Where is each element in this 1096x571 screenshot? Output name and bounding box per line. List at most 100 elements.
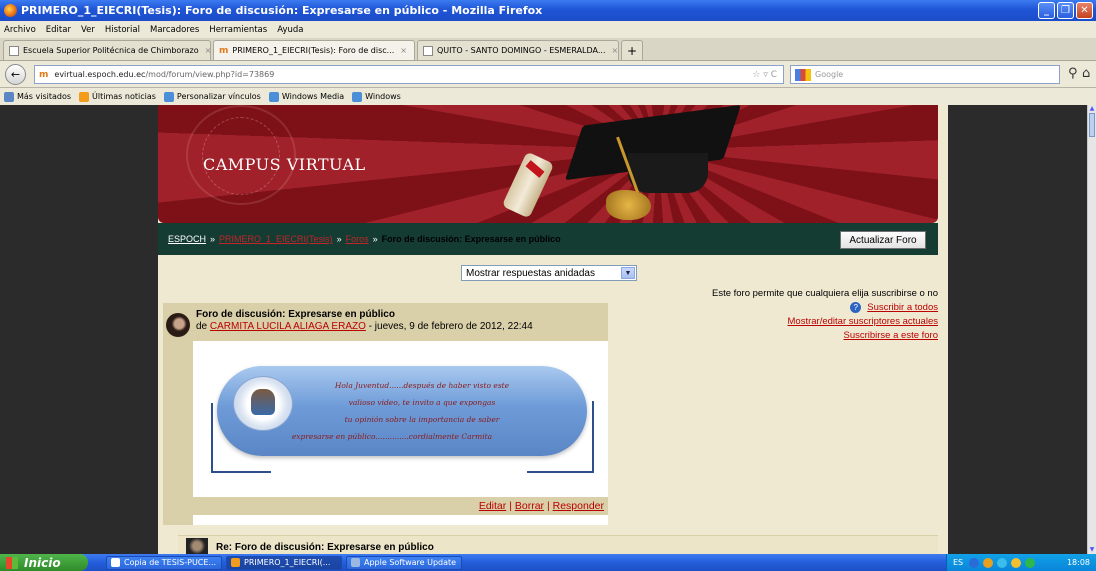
start-button[interactable]: Inicio	[0, 554, 88, 571]
close-tab-icon[interactable]: ×	[400, 46, 407, 55]
page-icon	[9, 45, 19, 56]
subscribe-all-link[interactable]: Suscribir a todos	[867, 302, 938, 313]
breadcrumb-home[interactable]: ESPOCH	[168, 234, 206, 244]
menu-herramientas[interactable]: Herramientas	[209, 25, 267, 35]
close-button[interactable]: ✕	[1076, 2, 1093, 19]
content-viewport: CAMPUS VIRTUAL ESPOCH » PRIMERO_1_EIECRI…	[0, 105, 1096, 554]
forum-post: Foro de discusión: Expresarse en público…	[163, 303, 608, 525]
post-byline: de CARMITA LUCILA ALIAGA ERAZO - jueves,…	[196, 321, 533, 332]
campus-banner: CAMPUS VIRTUAL	[158, 105, 938, 223]
search-icon[interactable]: ⚲	[1068, 66, 1078, 81]
bookmark-news[interactable]: Últimas noticias	[79, 91, 156, 102]
menu-historial[interactable]: Historial	[105, 25, 140, 35]
post-header: Foro de discusión: Expresarse en público…	[193, 303, 608, 341]
post-date: - jueves, 9 de febrero de 2012, 22:44	[368, 321, 533, 332]
search-input[interactable]: Google	[790, 65, 1060, 84]
moodle-icon: m	[219, 45, 229, 56]
task-firefox[interactable]: PRIMERO_1_EIECRI(...	[226, 555, 342, 570]
menu-ver[interactable]: Ver	[81, 25, 95, 35]
language-indicator[interactable]: ES	[953, 558, 963, 567]
tray-icon[interactable]	[1025, 557, 1036, 568]
task-apple-update[interactable]: Apple Software Update	[346, 555, 462, 570]
navigation-bar: ← m evirtual.espoch.edu.ec/mod/forum/vie…	[0, 61, 1096, 88]
document-icon	[111, 558, 120, 567]
back-button[interactable]: ←	[5, 64, 26, 85]
tray-icon[interactable]	[983, 557, 994, 568]
tab-quito[interactable]: QUITO - SANTO DOMINGO - ESMERALDA... ×	[417, 40, 619, 60]
scroll-down-icon[interactable]: ▼	[1088, 546, 1096, 554]
windows-taskbar: Inicio Copia de TESIS-PUCE... PRIMERO_1_…	[0, 554, 1096, 571]
url-host: evirtual.espoch.edu.ec	[54, 70, 146, 79]
tab-label: PRIMERO_1_EIECRI(Tesis): Foro de disc...	[232, 46, 395, 55]
url-bar[interactable]: m evirtual.espoch.edu.ec/mod/forum/view.…	[34, 65, 784, 84]
post-author-link[interactable]: CARMITA LUCILA ALIAGA ERAZO	[210, 321, 366, 332]
reply-link[interactable]: Responder	[553, 500, 604, 512]
delete-link[interactable]: Borrar	[515, 500, 544, 512]
bookmark-most-visited[interactable]: Más visitados	[4, 91, 71, 102]
moodle-icon: m	[39, 69, 49, 80]
scrollbar-thumb[interactable]	[1089, 113, 1095, 137]
clock: 18:08	[1066, 558, 1090, 567]
home-icon[interactable]: ⌂	[1082, 66, 1090, 81]
scroll-up-icon[interactable]: ▲	[1088, 105, 1096, 113]
reply-post: Re: Foro de discusión: Expresarse en púb…	[178, 535, 938, 554]
page-icon	[423, 45, 433, 56]
subscribe-forum-link[interactable]: Suscribirse a este foro	[843, 330, 938, 341]
bookmark-customize[interactable]: Personalizar vínculos	[163, 91, 261, 102]
bookmark-windows-media[interactable]: Windows Media	[268, 91, 344, 102]
close-tab-icon[interactable]: ×	[611, 46, 618, 55]
tab-label: Escuela Superior Politécnica de Chimbora…	[23, 46, 199, 55]
tray-icon[interactable]	[969, 557, 980, 568]
window-title: PRIMERO_1_EIECRI(Tesis): Foro de discusi…	[21, 4, 543, 17]
firefox-icon	[4, 4, 17, 17]
menu-marcadores[interactable]: Marcadores	[150, 25, 199, 35]
subscription-panel: Este foro permite que cualquiera elija s…	[712, 287, 938, 343]
chevron-down-icon[interactable]: ▼	[621, 267, 635, 279]
tray-icon[interactable]	[1011, 557, 1022, 568]
window-titlebar[interactable]: PRIMERO_1_EIECRI(Tesis): Foro de discusi…	[0, 0, 1096, 21]
tab-forum[interactable]: m PRIMERO_1_EIECRI(Tesis): Foro de disc.…	[213, 40, 415, 60]
breadcrumb-course[interactable]: PRIMERO_1_EIECRI(Tesis)	[219, 234, 333, 244]
show-edit-subscribers-link[interactable]: Mostrar/editar suscriptores actuales	[788, 316, 938, 327]
update-forum-button[interactable]: Actualizar Foro	[840, 231, 926, 249]
avatar[interactable]	[186, 538, 208, 554]
bookmark-icon	[4, 91, 14, 102]
bookmark-windows[interactable]: Windows	[352, 91, 401, 102]
menu-archivo[interactable]: Archivo	[4, 25, 36, 35]
menu-editar[interactable]: Editar	[46, 25, 71, 35]
rss-icon	[79, 91, 90, 102]
tab-bar: Escuela Superior Politécnica de Chimbora…	[0, 38, 1096, 61]
card-message: Hola Juventud......después de haber vist…	[291, 381, 510, 441]
avatar[interactable]	[166, 313, 190, 337]
greeting-card-image: Hola Juventud......después de haber vist…	[207, 361, 594, 473]
minimize-button[interactable]: _	[1038, 2, 1055, 19]
windows-flag-icon	[6, 556, 18, 569]
windows-icon	[352, 91, 363, 102]
help-icon[interactable]: ?	[850, 301, 862, 313]
bookmark-star-icon[interactable]: ☆ ▿ C	[752, 70, 777, 80]
firefox-icon	[231, 558, 240, 567]
url-path: /mod/forum/view.php?id=73869	[145, 70, 275, 79]
post-actions: Editar | Borrar | Responder	[193, 497, 608, 515]
task-tesis-document[interactable]: Copia de TESIS-PUCE...	[106, 555, 222, 570]
breadcrumb-current: Foro de discusión: Expresarse en público	[381, 234, 561, 244]
edit-link[interactable]: Editar	[479, 500, 506, 512]
google-icon[interactable]	[795, 68, 811, 81]
banner-title: CAMPUS VIRTUAL	[203, 155, 366, 174]
search-placeholder: Google	[815, 70, 844, 79]
vertical-scrollbar[interactable]: ▲ ▼	[1087, 105, 1096, 554]
display-mode-select[interactable]: Mostrar respuestas anidadas ▼	[461, 265, 637, 281]
windows-icon	[163, 91, 174, 102]
windows-icon	[268, 91, 279, 102]
system-tray: ES 18:08	[946, 554, 1096, 571]
menu-ayuda[interactable]: Ayuda	[277, 25, 303, 35]
breadcrumb-forums[interactable]: Foros	[346, 234, 369, 244]
tab-espoch[interactable]: Escuela Superior Politécnica de Chimbora…	[3, 40, 211, 60]
moodle-page: CAMPUS VIRTUAL ESPOCH » PRIMERO_1_EIECRI…	[158, 105, 948, 554]
close-tab-icon[interactable]: ×	[205, 46, 210, 55]
subscription-info: Este foro permite que cualquiera elija s…	[711, 288, 938, 299]
new-tab-button[interactable]: +	[621, 40, 643, 60]
maximize-button[interactable]: ❐	[1057, 2, 1074, 19]
post-subject: Foro de discusión: Expresarse en público	[196, 309, 395, 320]
tray-icon[interactable]	[997, 557, 1008, 568]
